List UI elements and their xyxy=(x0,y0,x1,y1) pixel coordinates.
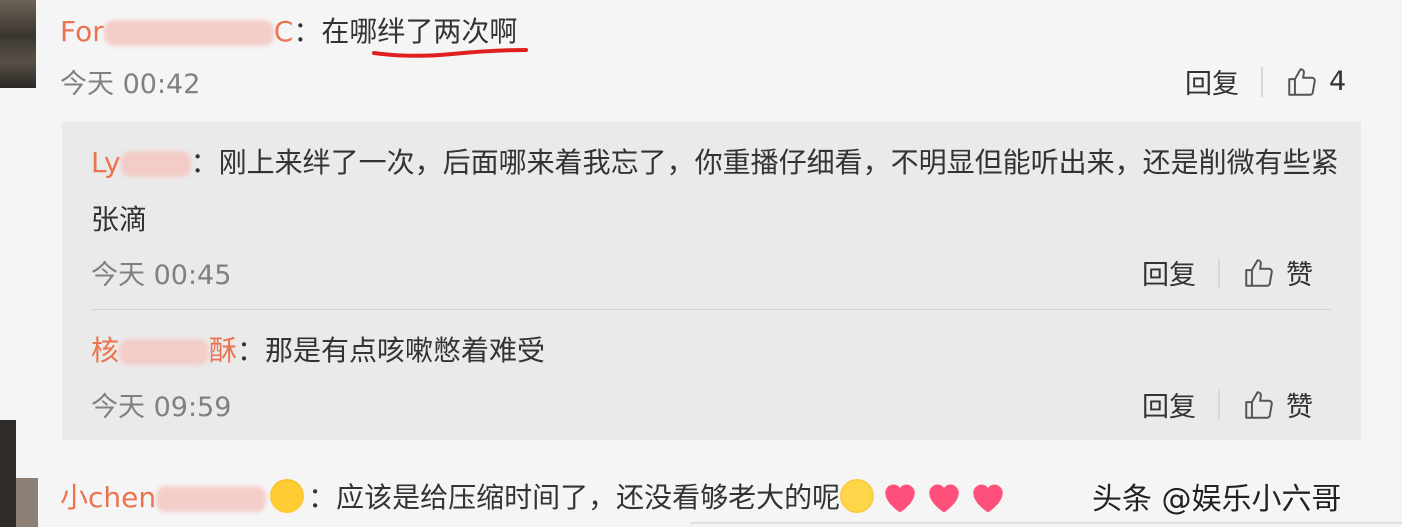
heart-eyes-emoji-icon xyxy=(270,479,305,513)
reply-divider xyxy=(91,309,1331,310)
reply-time: 今天 00:45 xyxy=(91,260,232,291)
bottom-divider xyxy=(690,522,1402,524)
thumbs-up-icon xyxy=(1288,67,1316,96)
reply-item: Ly ：刚上来绊了一次，后面哪来着我忘了，你重播仔细看，不明显但能听出来，还是削微… xyxy=(91,134,1341,248)
thumbs-up-icon xyxy=(1245,258,1273,287)
reply-text: ：刚上来绊了一次，后面哪来着我忘了，你重播仔细看，不明显但能听出来，还是削微有些… xyxy=(91,146,1339,236)
reply-button[interactable]: 回复 xyxy=(1185,62,1239,101)
reply-text: ：那是有点咳嗽憋着难受 xyxy=(237,334,546,367)
comment-text: ：在哪绊了两次啊 xyxy=(293,15,518,48)
action-divider xyxy=(1261,66,1263,97)
like-button[interactable]: 赞 xyxy=(1242,385,1313,424)
heart-icon xyxy=(973,484,1003,513)
action-divider xyxy=(1218,389,1220,420)
heart-icon xyxy=(885,484,915,513)
laughing-tears-emoji-icon xyxy=(840,479,875,513)
watermark: 头条 @娱乐小六哥 xyxy=(1092,482,1342,517)
reply-button[interactable]: 回复 xyxy=(1142,253,1196,292)
like-count: 4 xyxy=(1329,66,1347,97)
reply-item: 核酥：那是有点咳嗽憋着难受 xyxy=(91,322,1341,379)
reply-actions: 回复 赞 xyxy=(1142,253,1313,292)
like-button[interactable]: 4 xyxy=(1285,65,1346,99)
reply-author[interactable]: 核酥 xyxy=(91,334,237,367)
like-button[interactable]: 赞 xyxy=(1242,253,1313,292)
avatar-fragment xyxy=(0,420,16,527)
red-underline-mark xyxy=(372,48,528,58)
like-label: 赞 xyxy=(1286,392,1313,423)
reply-author[interactable]: Ly xyxy=(91,146,191,179)
like-label: 赞 xyxy=(1286,260,1313,291)
bottom-user-avatar[interactable] xyxy=(16,478,38,527)
heart-icon xyxy=(929,484,959,513)
comment-author[interactable]: For C xyxy=(60,15,293,48)
comment-time: 今天 00:42 xyxy=(60,69,201,100)
user-avatar[interactable] xyxy=(0,0,36,88)
comment-author[interactable]: 小chen xyxy=(60,476,267,516)
reply-button[interactable]: 回复 xyxy=(1142,385,1196,424)
comment-text: ：应该是给压缩时间了，还没看够老大的呢 xyxy=(308,481,841,514)
bottom-comment: 小chen ：应该是给压缩时间了，还没看够老大的呢 xyxy=(60,476,1008,516)
main-comment: For C：在哪绊了两次啊 xyxy=(60,10,517,50)
thumbs-up-icon xyxy=(1245,390,1273,419)
reply-actions: 回复 赞 xyxy=(1142,385,1313,424)
reply-time: 今天 09:59 xyxy=(91,392,232,423)
comment-actions: 回复 4 xyxy=(1185,62,1346,101)
action-divider xyxy=(1218,257,1220,288)
